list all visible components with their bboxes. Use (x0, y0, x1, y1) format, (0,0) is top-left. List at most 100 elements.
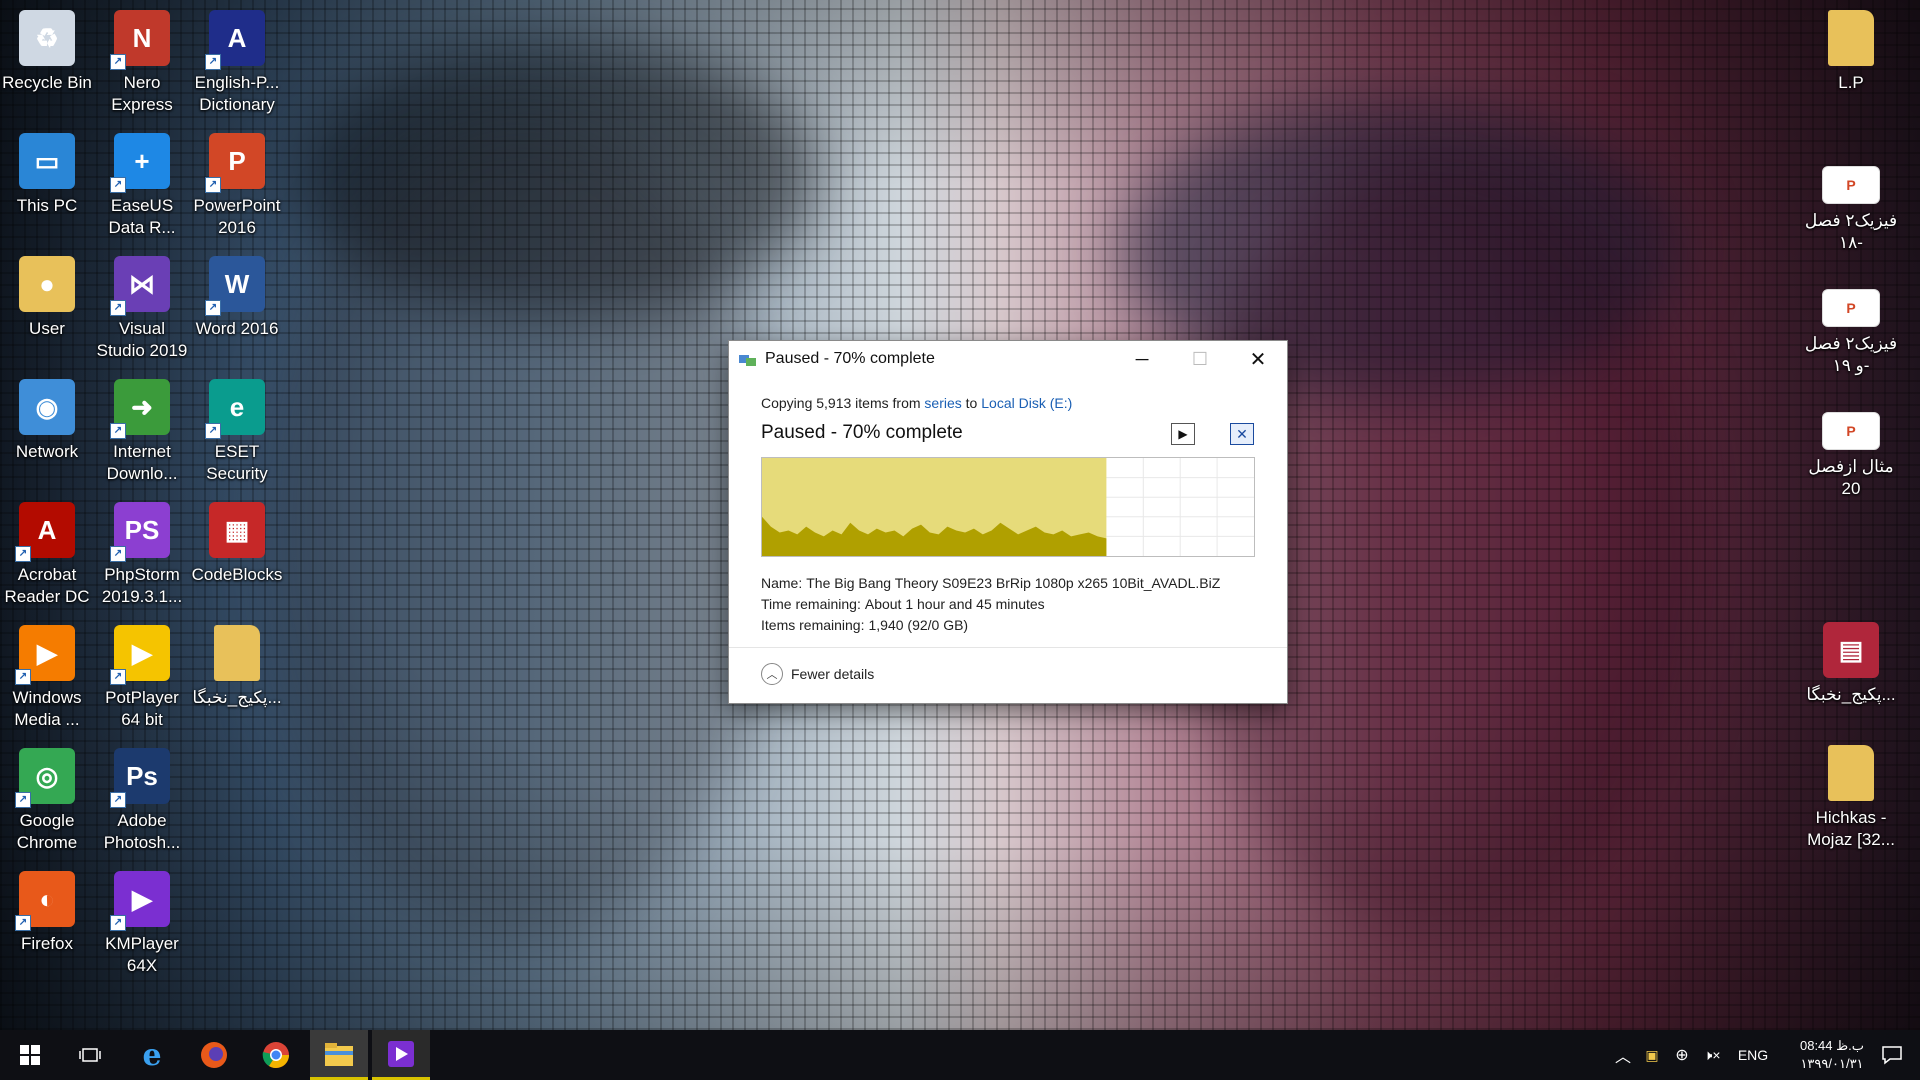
desktop-icon-left-16[interactable]: ▶ ↗ PotPlayer 64 bit (95, 619, 189, 731)
firefox-icon (201, 1042, 227, 1068)
desktop-icon-left-7[interactable]: ⋈ ↗ Visual Studio 2019 (95, 250, 189, 362)
shortcut-arrow-icon: ↗ (205, 423, 221, 439)
desktop-icon-left-20[interactable]: ◐ ↗ Firefox (0, 865, 94, 955)
visual-studio-icon: ⋈ ↗ (110, 256, 170, 316)
resume-button[interactable]: ▶ (1171, 423, 1195, 445)
shortcut-arrow-icon: ↗ (110, 300, 126, 316)
taskbar-file-explorer[interactable] (310, 1030, 368, 1080)
desktop-icon-label: فیزیک۲ فصل ۱۸- (1804, 211, 1898, 252)
desktop-icon-label: پکیج_نخبگا... (1806, 685, 1896, 704)
globe-icon[interactable]: ⊕ (1668, 1045, 1696, 1065)
network-icon: ◉ (19, 379, 75, 435)
desktop-icon-right-3[interactable]: P مثال ازفصل 20 (1804, 394, 1898, 500)
taskbar-internet-explorer[interactable]: e (124, 1030, 180, 1080)
show-hidden-icons-button[interactable]: ︿ (1610, 1043, 1636, 1067)
desktop-icon-label: KMPlayer 64X (105, 934, 179, 975)
source-link[interactable]: series (924, 395, 961, 411)
desktop-icon-left-6[interactable]: ● User (0, 250, 94, 340)
dialog-titlebar[interactable]: Paused - 70% complete ─ ☐ ✕ (729, 341, 1287, 377)
desktop-icon-label: PotPlayer 64 bit (105, 688, 179, 729)
desktop-icon-label: Visual Studio 2019 (96, 319, 188, 360)
desktop-icon-label: User (29, 319, 65, 338)
powerpoint-icon: P ↗ (205, 133, 265, 193)
task-view-button[interactable] (62, 1030, 118, 1080)
language-indicator[interactable]: ENG (1728, 1047, 1778, 1063)
destination-link[interactable]: Local Disk (E:) (981, 395, 1072, 411)
time-row: Time remaining: About 1 hour and 45 minut… (761, 596, 1045, 612)
minimize-button[interactable]: ─ (1113, 341, 1171, 377)
items-remaining: 1,940 (92/0 GB) (868, 617, 969, 633)
desktop-icon-left-18[interactable]: ◎ ↗ Google Chrome (0, 742, 94, 854)
easeus-icon: + ↗ (110, 133, 170, 193)
desktop-icon-left-8[interactable]: W ↗ Word 2016 (190, 250, 284, 340)
desktop-icon-left-3[interactable]: ▭ This PC (0, 127, 94, 217)
desktop-icon-left-5[interactable]: P ↗ PowerPoint 2016 (190, 127, 284, 239)
desktop-icon-label: Acrobat Reader DC (4, 565, 90, 606)
windows-logo-icon (20, 1045, 40, 1065)
desktop-icon-left-12[interactable]: A ↗ Acrobat Reader DC (0, 496, 94, 608)
desktop-icon-label: PhpStorm 2019.3.1... (101, 565, 183, 606)
notification-icon (1882, 1046, 1902, 1065)
volume-muted-icon[interactable]: 🕨× (1696, 1047, 1728, 1064)
close-button[interactable]: ✕ (1229, 341, 1287, 377)
potplayer-icon: ▶ ↗ (110, 625, 170, 685)
desktop-icon-left-13[interactable]: PS ↗ PhpStorm 2019.3.1... (95, 496, 189, 608)
desktop-icon-label: Word 2016 (195, 319, 279, 338)
desktop-icon-label: پکیج_نخبگا... (192, 688, 282, 707)
file-copy-dialog: Paused - 70% complete ─ ☐ ✕ Copying 5,91… (728, 340, 1288, 704)
maximize-button[interactable]: ☐ (1171, 341, 1229, 377)
start-button[interactable] (2, 1030, 58, 1080)
shortcut-arrow-icon: ↗ (15, 669, 31, 685)
action-center-button[interactable] (1864, 1030, 1920, 1080)
shortcut-arrow-icon: ↗ (15, 546, 31, 562)
taskbar-kmplayer[interactable] (372, 1030, 430, 1080)
time-remaining: About 1 hour and 45 minutes (864, 596, 1045, 612)
desktop-icon-left-21[interactable]: ▶ ↗ KMPlayer 64X (95, 865, 189, 977)
desktop-icon-left-0[interactable]: ♻ Recycle Bin (0, 4, 94, 94)
desktop-icon-label: Network (15, 442, 79, 461)
desktop-icon-right-1[interactable]: P فیزیک۲ فصل ۱۸- (1804, 148, 1898, 254)
desktop-icon-label: Google Chrome (16, 811, 78, 852)
clock[interactable]: 08:44 ب.ظ ۱۳۹۹/۰۱/۳۱ (1792, 1037, 1872, 1073)
desktop-icon-left-2[interactable]: A ↗ English-P... Dictionary (190, 4, 284, 116)
codeblocks-icon: ▦ (209, 502, 265, 558)
desktop-icon-right-0[interactable]: L.P (1804, 4, 1898, 94)
shortcut-arrow-icon: ↗ (15, 792, 31, 808)
phpstorm-icon: PS ↗ (110, 502, 170, 562)
speed-graph-svg (762, 458, 1254, 556)
this-pc-icon: ▭ (19, 133, 75, 189)
desktop-icon-left-4[interactable]: + ↗ EaseUS Data R... (95, 127, 189, 239)
shortcut-arrow-icon: ↗ (110, 177, 126, 193)
cancel-button[interactable]: ✕ (1230, 423, 1254, 445)
desktop-icon-left-1[interactable]: N ↗ Nero Express (95, 4, 189, 116)
desktop-icon-left-19[interactable]: Ps ↗ Adobe Photosh... (95, 742, 189, 854)
desktop-icon-label: Windows Media ... (12, 688, 82, 729)
user-folder-icon: ● (19, 256, 75, 312)
desktop-icon-left-11[interactable]: e ↗ ESET Security (190, 373, 284, 485)
shortcut-arrow-icon: ↗ (205, 300, 221, 316)
desktop-icon-right-5[interactable]: Hichkas - Mojaz [32... (1804, 739, 1898, 851)
desktop-icon-left-10[interactable]: ➜ ↗ Internet Downlo... (95, 373, 189, 485)
desktop-icon-left-15[interactable]: ▶ ↗ Windows Media ... (0, 619, 94, 731)
shortcut-arrow-icon: ↗ (110, 915, 126, 931)
taskbar-firefox[interactable] (186, 1030, 242, 1080)
desktop-icon-label: CodeBlocks (191, 565, 283, 584)
desktop-icon-right-2[interactable]: P فیزیک۲ فصل و ۱۹- (1804, 271, 1898, 377)
desktop-icon-right-4[interactable]: ▤ پکیج_نخبگا... (1804, 616, 1898, 706)
fewer-details-button[interactable]: ︿ Fewer details (761, 663, 874, 685)
desktop-icon-left-17[interactable]: پکیج_نخبگا... (190, 619, 284, 709)
taskbar-chrome[interactable] (248, 1030, 304, 1080)
desktop-icon-label: PowerPoint 2016 (193, 196, 281, 237)
kmplayer-icon (388, 1040, 414, 1067)
eset-icon: e ↗ (205, 379, 265, 439)
word-icon: W ↗ (205, 256, 265, 316)
desktop-icon-left-14[interactable]: ▦ CodeBlocks (190, 496, 284, 586)
pptx-file-icon: P (1822, 412, 1880, 450)
file-explorer-icon (325, 1042, 353, 1066)
clock-time: 08:44 ب.ظ (1799, 1038, 1865, 1053)
chevron-up-icon: ︿ (761, 663, 783, 685)
internet-explorer-icon: e (142, 1037, 162, 1073)
desktop-icon-left-9[interactable]: ◉ Network (0, 373, 94, 463)
network-warning-icon[interactable]: ▣ (1636, 1047, 1668, 1064)
desktop-icon-label: Adobe Photosh... (103, 811, 181, 852)
